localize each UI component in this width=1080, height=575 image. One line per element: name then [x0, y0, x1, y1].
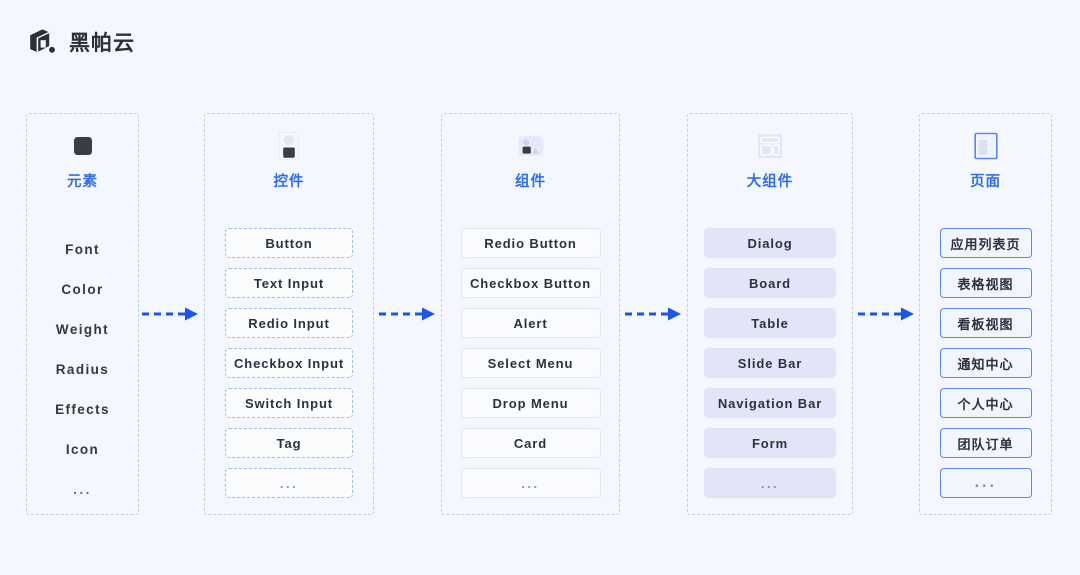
list-item[interactable]: Table — [704, 308, 836, 338]
list-item[interactable]: Checkbox Button — [460, 268, 601, 298]
elements-list: Font Color Weight Radius Effects Icon ..… — [27, 229, 138, 509]
arrow-widgets-to-components-icon — [377, 305, 439, 323]
column-elements-title: 元素 — [67, 174, 98, 190]
list-item[interactable]: Form — [704, 428, 836, 458]
flow-container: 元素 Font Color Weight Radius Effects Icon… — [0, 113, 1080, 515]
list-item[interactable]: Weight — [56, 309, 109, 349]
list-item[interactable]: Redio Input — [225, 308, 353, 338]
brand-logo: 黑帕云 — [26, 26, 135, 60]
list-item[interactable]: Slide Bar — [704, 348, 836, 378]
list-item-more[interactable]: ... — [939, 468, 1032, 498]
arrow-components-to-large-components-icon — [623, 305, 685, 323]
list-item-more[interactable]: ... — [225, 468, 353, 498]
list-item[interactable]: Redio Button — [460, 228, 601, 258]
list-item-more[interactable]: ... — [704, 468, 836, 498]
list-item[interactable]: Navigation Bar — [704, 388, 836, 418]
list-item[interactable]: Board — [704, 268, 836, 298]
page-layout-blue-icon — [969, 129, 1003, 163]
dark-rounded-square-icon — [66, 129, 100, 163]
hepa-cloud-logo-icon — [26, 26, 60, 60]
shapes-group-card-icon — [514, 129, 548, 163]
column-pages-header: 页面 — [920, 129, 1051, 191]
list-item[interactable]: Effects — [55, 389, 110, 429]
list-item[interactable]: Dialog — [704, 228, 836, 258]
column-widgets-header: 控件 — [205, 129, 373, 191]
column-elements: 元素 Font Color Weight Radius Effects Icon… — [26, 113, 139, 515]
layout-panels-icon — [753, 129, 787, 163]
list-item[interactable]: Card — [460, 428, 601, 458]
list-item[interactable]: Radius — [56, 349, 109, 389]
list-item[interactable]: 表格视图 — [939, 268, 1032, 298]
pages-list: 应用列表页 表格视图 看板视图 通知中心 个人中心 团队订单 ... — [920, 228, 1051, 498]
column-components-title: 组件 — [515, 174, 546, 190]
column-elements-header: 元素 — [27, 129, 138, 191]
widgets-list: Button Text Input Redio Input Checkbox I… — [205, 228, 373, 498]
list-item[interactable]: Checkbox Input — [225, 348, 353, 378]
circle-over-square-dashed-icon — [272, 129, 306, 163]
column-large-components-title: 大组件 — [746, 174, 794, 190]
list-item[interactable]: 团队订单 — [939, 428, 1032, 458]
list-item[interactable]: Color — [61, 269, 103, 309]
list-item[interactable]: Text Input — [225, 268, 353, 298]
list-item[interactable]: Alert — [460, 308, 601, 338]
arrow-elements-to-widgets-icon — [140, 305, 202, 323]
column-pages: 页面 应用列表页 表格视图 看板视图 通知中心 个人中心 团队订单 ... — [919, 113, 1052, 515]
list-item[interactable]: Switch Input — [225, 388, 353, 418]
column-pages-title: 页面 — [970, 174, 1001, 190]
list-item[interactable]: Select Menu — [460, 348, 601, 378]
design-system-hierarchy-diagram: 黑帕云 元素 Font Color Weight Radius Effects … — [0, 0, 1080, 575]
brand-name: 黑帕云 — [69, 30, 135, 55]
list-item-more[interactable]: ... — [73, 469, 92, 509]
list-item[interactable]: 个人中心 — [939, 388, 1032, 418]
column-large-components-header: 大组件 — [688, 129, 852, 191]
column-components-header: 组件 — [442, 129, 619, 191]
list-item[interactable]: Tag — [225, 428, 353, 458]
column-large-components: 大组件 Dialog Board Table Slide Bar Navigat… — [687, 113, 853, 515]
list-item-more[interactable]: ... — [460, 468, 601, 498]
column-components: 组件 Redio Button Checkbox Button Alert Se… — [441, 113, 620, 515]
list-item[interactable]: Button — [225, 228, 353, 258]
list-item[interactable]: 通知中心 — [939, 348, 1032, 378]
list-item[interactable]: 看板视图 — [939, 308, 1032, 338]
arrow-large-components-to-pages-icon — [856, 305, 918, 323]
list-item[interactable]: 应用列表页 — [939, 228, 1032, 258]
list-item[interactable]: Icon — [66, 429, 99, 469]
column-widgets: 控件 Button Text Input Redio Input Checkbo… — [204, 113, 374, 515]
list-item[interactable]: Drop Menu — [460, 388, 601, 418]
list-item[interactable]: Font — [65, 229, 100, 269]
components-list: Redio Button Checkbox Button Alert Selec… — [442, 228, 619, 498]
column-widgets-title: 控件 — [273, 174, 305, 190]
large-components-list: Dialog Board Table Slide Bar Navigation … — [688, 228, 852, 498]
